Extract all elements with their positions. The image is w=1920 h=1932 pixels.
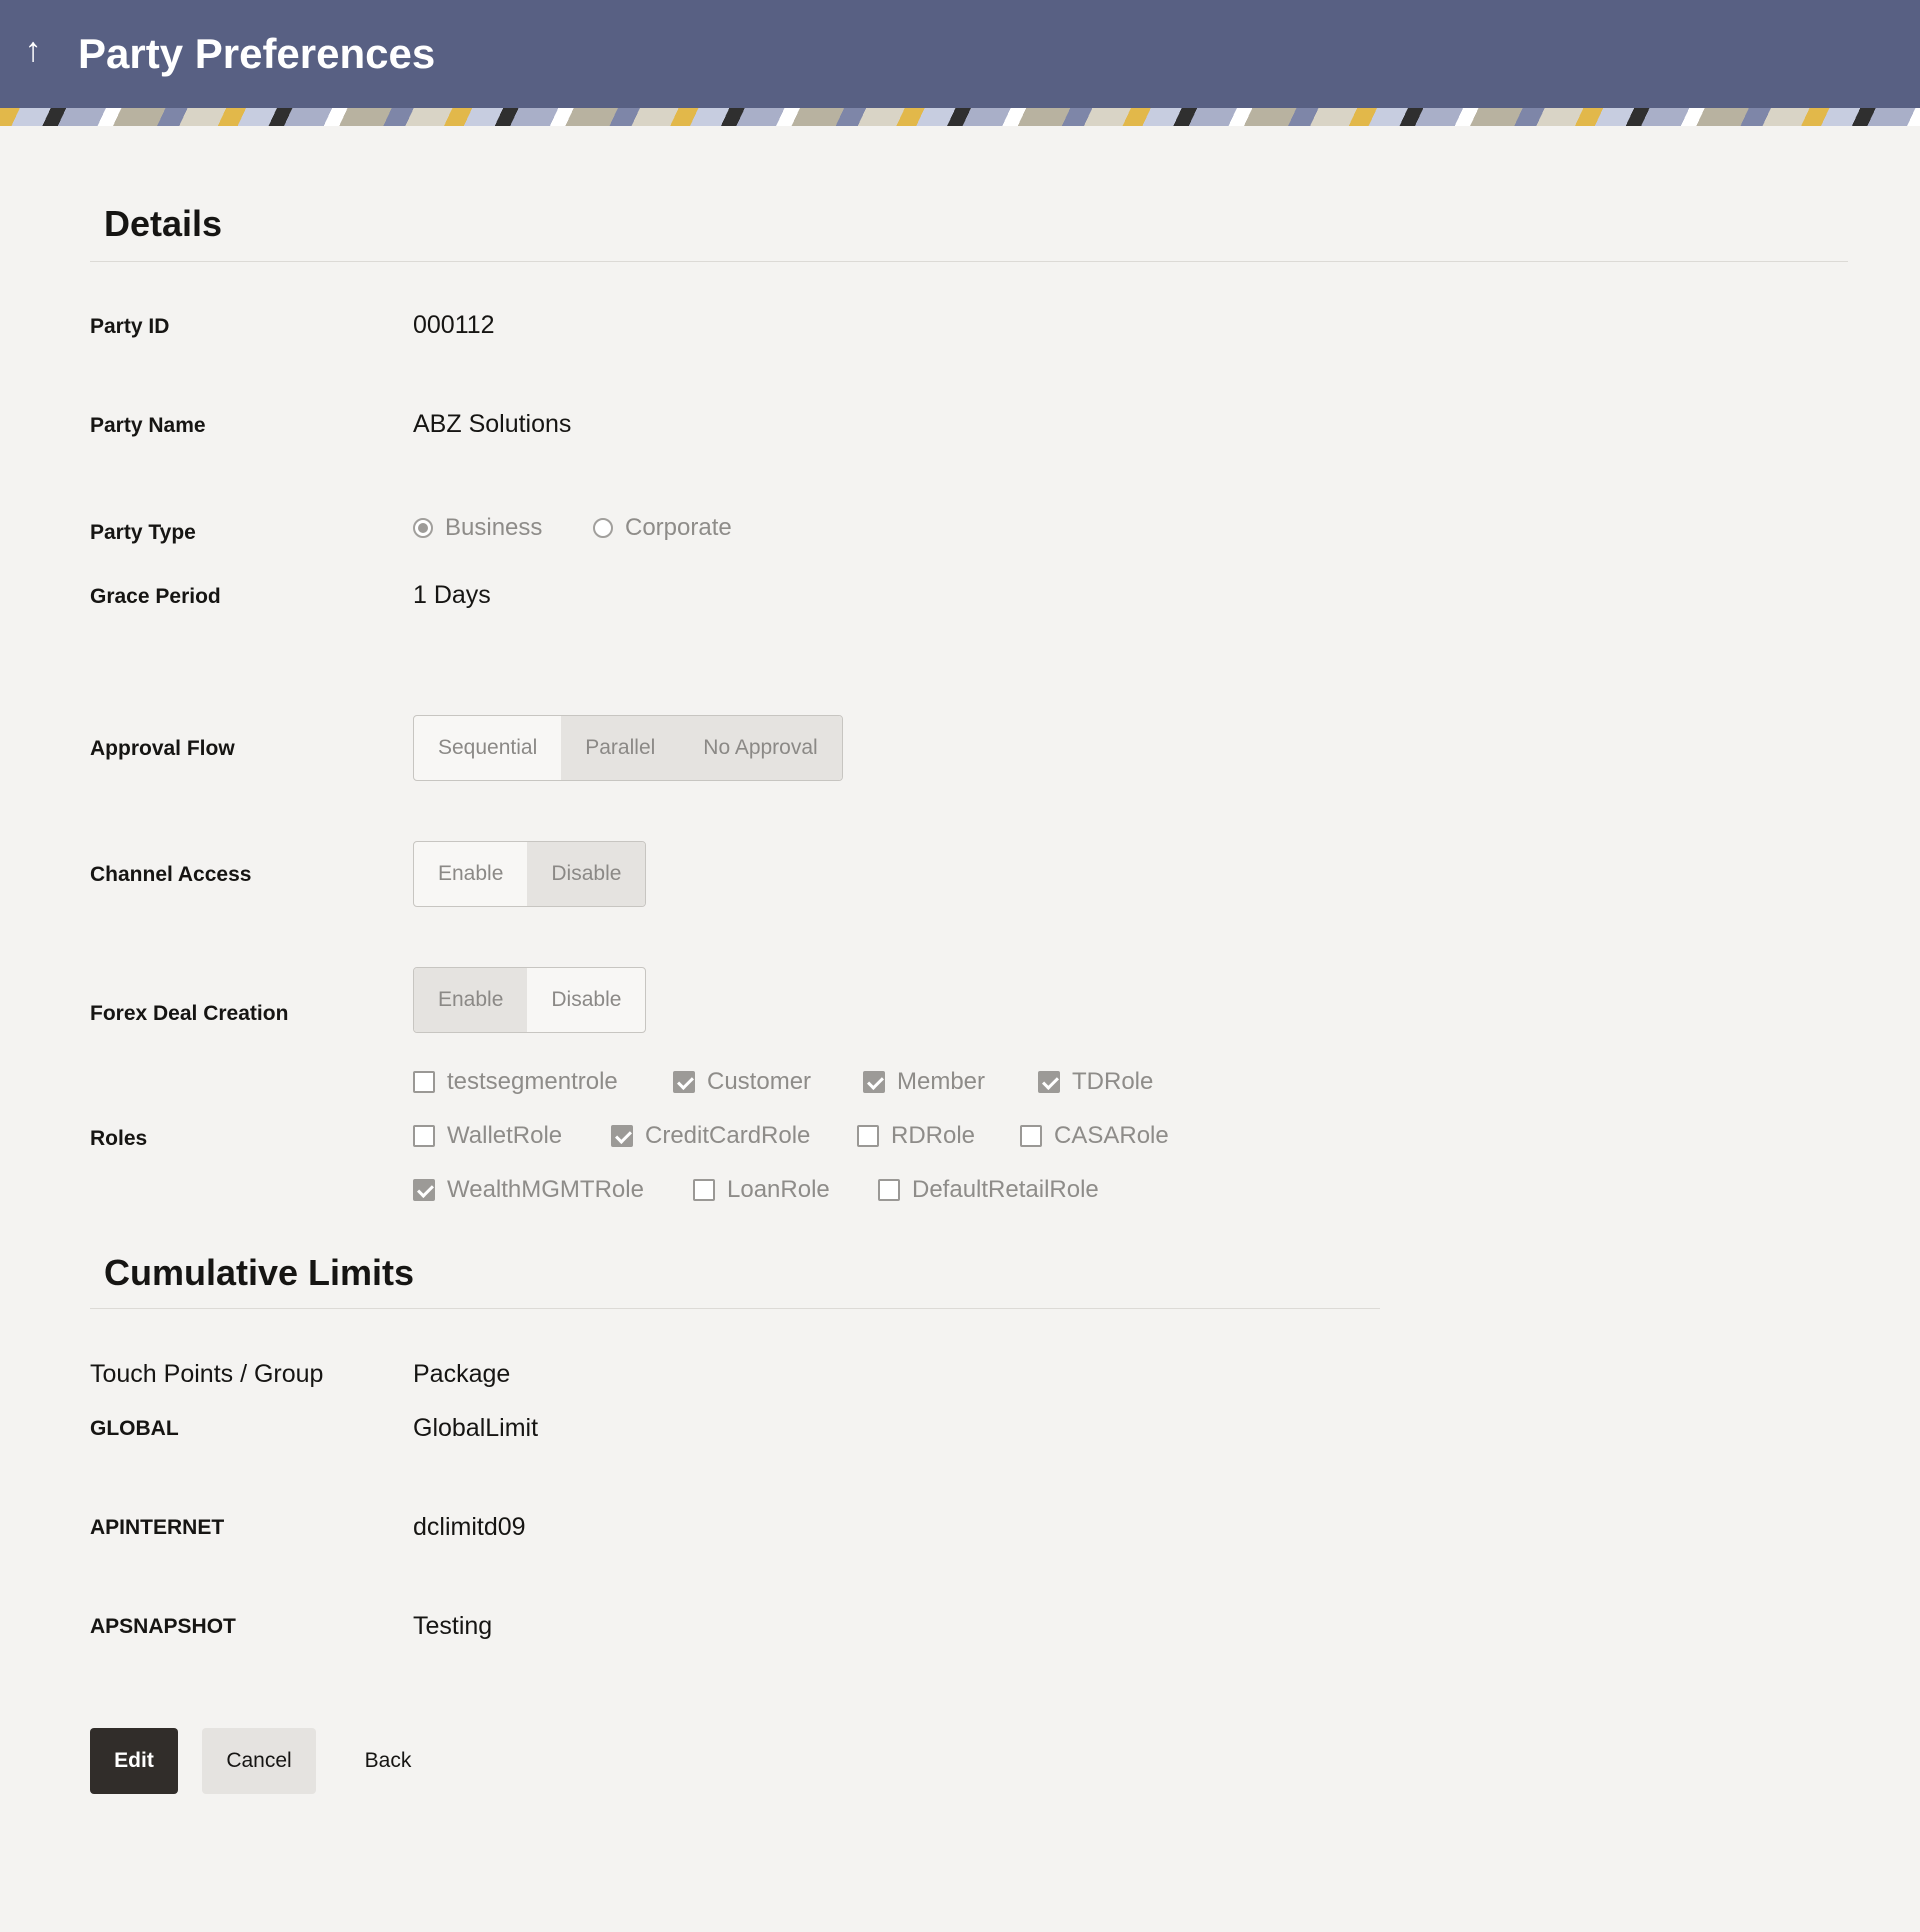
party-id-label: Party ID: [90, 315, 170, 338]
details-divider: [90, 261, 1848, 262]
channel-access-toggle: Enable Disable: [413, 841, 647, 907]
back-button[interactable]: Back: [346, 1728, 430, 1794]
package-header: Package: [413, 1360, 511, 1388]
role-label: CreditCardRole: [645, 1122, 811, 1149]
role-checkbox-loanrole[interactable]: LoanRole: [693, 1176, 830, 1204]
checkbox-checked-icon: [611, 1125, 633, 1147]
limit-row-touch-point: APINTERNET: [90, 1516, 225, 1539]
role-checkbox-wealthmgmtrole[interactable]: WealthMGMTRole: [413, 1176, 644, 1204]
role-checkbox-casarole[interactable]: CASARole: [1020, 1122, 1169, 1150]
role-checkbox-member[interactable]: Member: [863, 1068, 985, 1096]
role-label: WealthMGMTRole: [447, 1176, 644, 1203]
role-label: CASARole: [1054, 1122, 1169, 1149]
party-id-value: 000112: [413, 311, 495, 339]
limit-row-package: dclimitd09: [413, 1513, 526, 1541]
roles-label: Roles: [90, 1127, 148, 1150]
approval-flow-sequential[interactable]: Sequential: [414, 716, 561, 780]
forex-deal-enable[interactable]: Enable: [414, 968, 528, 1032]
forex-deal-creation-label: Forex Deal Creation: [90, 1002, 289, 1025]
role-checkbox-customer[interactable]: Customer: [673, 1068, 811, 1096]
channel-access-enable[interactable]: Enable: [414, 842, 527, 906]
grace-period-label: Grace Period: [90, 585, 221, 608]
checkbox-unchecked-icon: [857, 1125, 879, 1147]
forex-deal-disable[interactable]: Disable: [527, 968, 645, 1032]
forex-deal-creation-toggle: Enable Disable: [413, 967, 647, 1033]
party-type-label: Party Type: [90, 521, 196, 544]
limit-row-package: Testing: [413, 1612, 493, 1640]
party-name-value: ABZ Solutions: [413, 410, 572, 438]
approval-flow-label: Approval Flow: [90, 737, 235, 760]
role-label: testsegmentrole: [447, 1068, 618, 1095]
checkbox-unchecked-icon: [1020, 1125, 1042, 1147]
role-checkbox-rdrole[interactable]: RDRole: [857, 1122, 975, 1150]
header-decorative-band: [0, 108, 1920, 126]
party-name-label: Party Name: [90, 414, 206, 437]
radio-label: Corporate: [625, 514, 732, 541]
party-type-corporate-radio[interactable]: Corporate: [593, 514, 732, 542]
role-checkbox-tdrole[interactable]: TDRole: [1038, 1068, 1153, 1096]
touch-points-header: Touch Points / Group: [90, 1360, 324, 1388]
limit-row-touch-point: APSNAPSHOT: [90, 1615, 236, 1638]
role-checkbox-creditcardrole[interactable]: CreditCardRole: [611, 1122, 810, 1150]
checkbox-checked-icon: [673, 1071, 695, 1093]
page-header: ↑ Party Preferences: [0, 0, 1920, 108]
checkbox-checked-icon: [1038, 1071, 1060, 1093]
role-label: Customer: [707, 1068, 812, 1095]
role-label: DefaultRetailRole: [912, 1176, 1099, 1203]
checkbox-unchecked-icon: [413, 1125, 435, 1147]
channel-access-disable[interactable]: Disable: [527, 842, 646, 906]
grace-period-value: 1 Days: [413, 581, 491, 609]
approval-flow-no-approval[interactable]: No Approval: [679, 716, 842, 780]
role-label: RDRole: [891, 1122, 976, 1149]
checkbox-checked-icon: [863, 1071, 885, 1093]
radio-unselected-icon: [593, 518, 613, 538]
edit-button[interactable]: Edit: [90, 1728, 178, 1794]
radio-label: Business: [445, 514, 543, 541]
role-label: Member: [897, 1068, 986, 1095]
cumulative-limits-divider: [90, 1308, 1380, 1309]
back-arrow-icon[interactable]: ↑: [20, 30, 46, 70]
cumulative-limits-section-title: Cumulative Limits: [104, 1252, 415, 1293]
role-checkbox-defaultretailrole[interactable]: DefaultRetailRole: [878, 1176, 1099, 1204]
checkbox-checked-icon: [413, 1179, 435, 1201]
approval-flow-toggle: Sequential Parallel No Approval: [413, 715, 843, 781]
role-label: TDRole: [1072, 1068, 1154, 1095]
checkbox-unchecked-icon: [413, 1071, 435, 1093]
limit-row-touch-point: GLOBAL: [90, 1417, 179, 1440]
role-checkbox-walletrole[interactable]: WalletRole: [413, 1122, 562, 1150]
limit-row-package: GlobalLimit: [413, 1414, 539, 1442]
radio-selected-icon: [413, 518, 433, 538]
approval-flow-parallel[interactable]: Parallel: [561, 716, 680, 780]
checkbox-unchecked-icon: [878, 1179, 900, 1201]
role-label: LoanRole: [727, 1176, 830, 1203]
details-section-title: Details: [104, 203, 223, 244]
checkbox-unchecked-icon: [693, 1179, 715, 1201]
role-checkbox-testsegmentrole[interactable]: testsegmentrole: [413, 1068, 618, 1096]
party-type-business-radio[interactable]: Business: [413, 514, 542, 542]
page-title: Party Preferences: [78, 30, 436, 77]
channel-access-label: Channel Access: [90, 863, 252, 886]
role-label: WalletRole: [447, 1122, 563, 1149]
cancel-button[interactable]: Cancel: [202, 1728, 316, 1794]
